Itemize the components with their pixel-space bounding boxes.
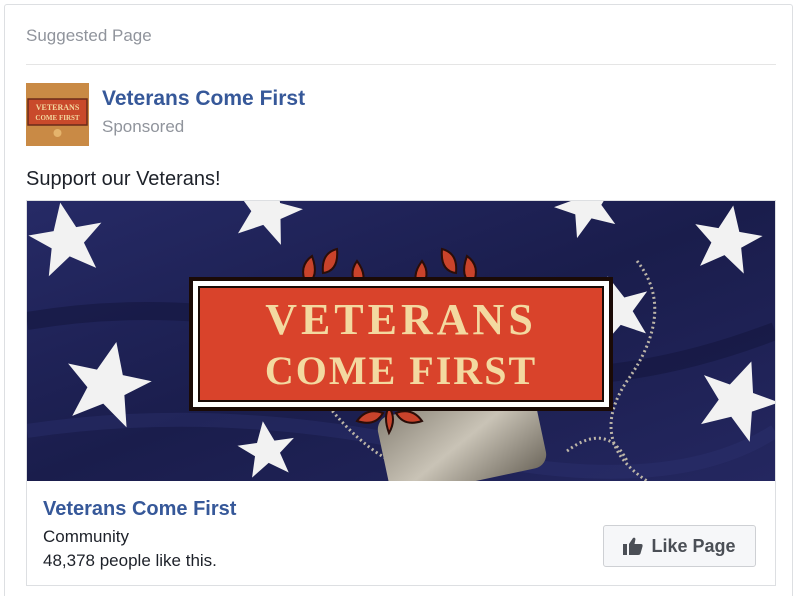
banner-line2: COME FIRST <box>265 348 537 393</box>
like-page-label: Like Page <box>651 535 736 556</box>
sponsored-label: Sponsored <box>102 117 185 136</box>
page-category: Community <box>43 527 129 546</box>
banner-line1: VETERANS <box>265 295 537 344</box>
post-text: Support our Veterans! <box>26 168 221 190</box>
page-like-count: 48,378 people like this. <box>43 551 217 570</box>
ad-attachment: VETERANS COME FIRST Veterans Come First … <box>26 200 776 586</box>
suggested-page-label: Suggested Page <box>26 26 152 45</box>
thumbs-up-icon <box>623 537 644 555</box>
page-name-link[interactable]: Veterans Come First <box>102 87 305 111</box>
suggested-page-card: Suggested Page VETERANS COME FIRST Veter… <box>4 4 793 596</box>
svg-text:VETERANS: VETERANS <box>36 103 80 112</box>
page-avatar[interactable]: VETERANS COME FIRST <box>26 83 89 146</box>
svg-text:COME FIRST: COME FIRST <box>35 114 79 122</box>
ad-image[interactable]: VETERANS COME FIRST <box>27 201 775 481</box>
footer-page-name-link[interactable]: Veterans Come First <box>43 498 236 521</box>
flag-banner-illustration: VETERANS COME FIRST <box>27 201 775 481</box>
header-divider <box>26 64 776 65</box>
like-page-button[interactable]: Like Page <box>603 525 756 567</box>
